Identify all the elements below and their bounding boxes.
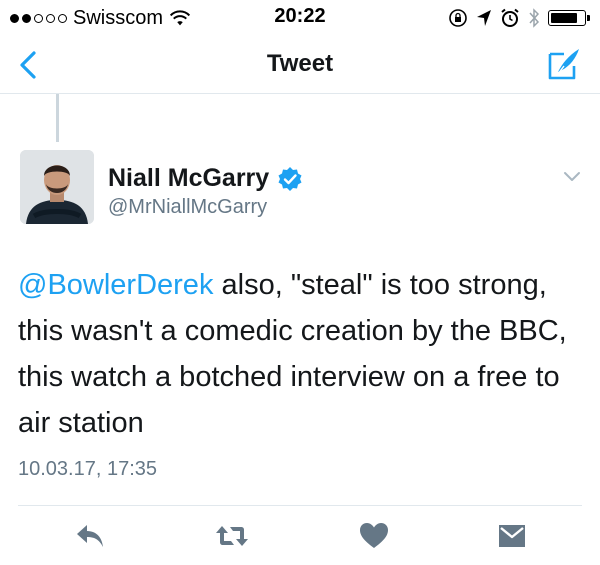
bluetooth-icon bbox=[529, 8, 540, 28]
page-title: Tweet bbox=[266, 50, 334, 77]
tweet-text: @BowlerDerek also, "steal" is too strong… bbox=[18, 262, 588, 446]
location-icon bbox=[477, 10, 491, 26]
reply-button[interactable] bbox=[70, 518, 110, 554]
author-name-row: Niall McGarry bbox=[108, 164, 303, 193]
verified-badge-icon bbox=[278, 166, 302, 191]
retweet-button[interactable] bbox=[212, 518, 252, 554]
author-name[interactable]: Niall McGarry bbox=[108, 164, 269, 193]
mention-link[interactable]: @BowlerDerek bbox=[18, 269, 213, 301]
tweet-action-bar bbox=[0, 518, 600, 554]
like-button[interactable] bbox=[354, 518, 394, 554]
alarm-icon bbox=[501, 8, 519, 27]
heart-icon bbox=[360, 523, 388, 548]
status-right bbox=[448, 6, 590, 30]
chevron-down-icon[interactable] bbox=[562, 170, 582, 184]
avatar-image bbox=[20, 150, 94, 224]
orientation-lock-icon bbox=[449, 9, 467, 27]
avatar[interactable] bbox=[20, 150, 94, 224]
retweet-icon bbox=[216, 526, 248, 546]
status-bar: Swisscom 20:22 bbox=[0, 0, 600, 36]
compose-tweet-icon[interactable] bbox=[544, 46, 584, 82]
reply-icon bbox=[77, 525, 103, 547]
direct-message-button[interactable] bbox=[492, 518, 532, 554]
navigation-bar: Tweet bbox=[0, 36, 600, 94]
battery-level bbox=[551, 13, 577, 23]
envelope-icon bbox=[499, 525, 525, 547]
divider bbox=[18, 505, 582, 506]
thread-connector-line bbox=[56, 94, 59, 142]
tweet-timestamp: 10.03.17, 17:35 bbox=[18, 458, 158, 480]
battery-icon bbox=[548, 10, 590, 26]
author-handle[interactable]: @MrNiallMcGarry bbox=[108, 196, 267, 219]
